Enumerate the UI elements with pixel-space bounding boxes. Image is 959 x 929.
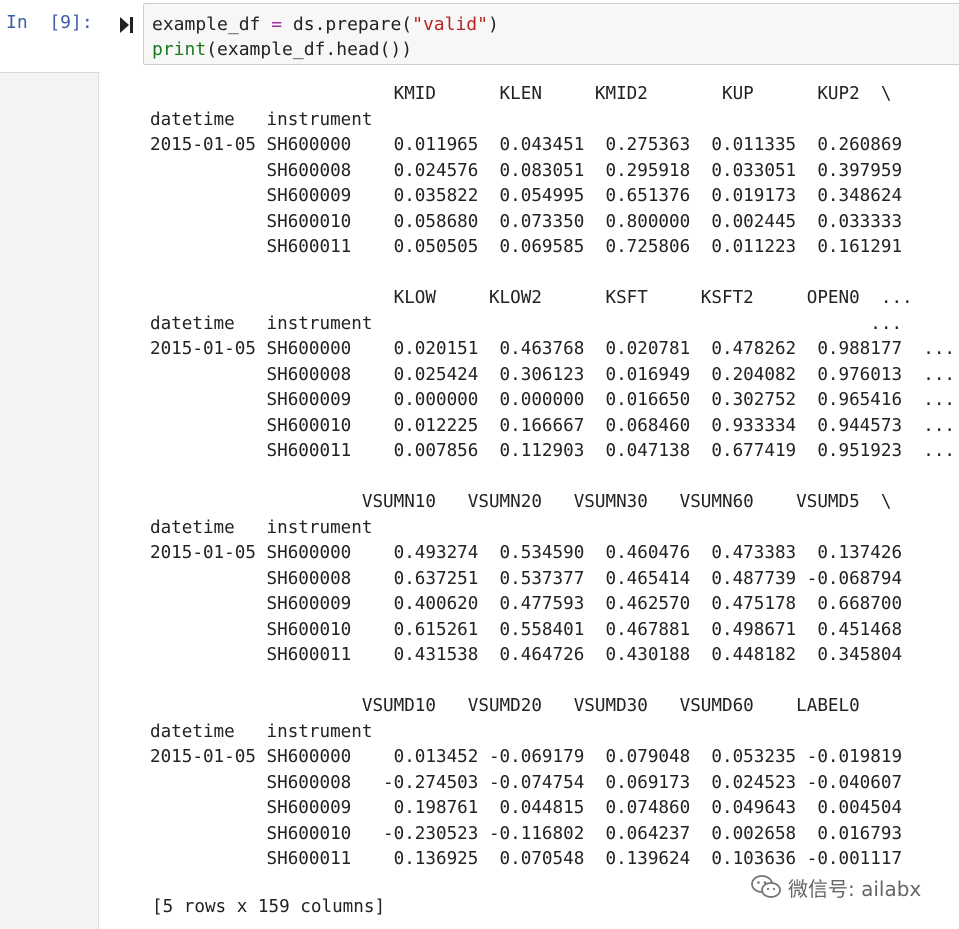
output-line: SH600011 0.431538 0.464726 0.430188 0.44… (150, 645, 934, 665)
output-footer: [5 rows x 159 columns] (152, 897, 386, 917)
output-line: VSUMN10 VSUMN20 VSUMN30 VSUMN60 VSUMD5 \ (150, 492, 892, 512)
code-operator: = (271, 14, 283, 35)
output-line: SH600008 0.025424 0.306123 0.016949 0.20… (150, 364, 956, 385)
output-collapser[interactable] (0, 73, 99, 929)
run-cell-icon[interactable] (120, 16, 134, 34)
output-line: SH600010 0.012225 0.166667 0.068460 0.93… (150, 415, 956, 436)
output-line: SH600008 0.637251 0.537377 0.465414 0.48… (150, 568, 934, 589)
output-line: VSUMD10 VSUMD20 VSUMD30 VSUMD60 LABEL0 (150, 696, 860, 716)
code-line-2: print(example_df.head()) (152, 39, 412, 60)
code-builtin: print (152, 39, 207, 60)
output-line: 2015-01-05 SH600000 0.020151 0.463768 0.… (150, 339, 956, 359)
cell-output: KMID KLEN KMID2 KUP KUP2 \ datetime instr… (150, 82, 955, 873)
output-line: SH600008 0.024576 0.083051 0.295918 0.03… (150, 160, 934, 181)
output-line: SH600011 0.050505 0.069585 0.725806 0.01… (150, 237, 934, 257)
output-line: KMID KLEN KMID2 KUP KUP2 \ (150, 84, 892, 104)
output-line: 2015-01-05 SH600000 0.011965 0.043451 0.… (150, 135, 934, 155)
output-line: datetime instrument (150, 109, 892, 130)
output-line: SH600010 -0.230523 -0.116802 0.064237 0.… (150, 823, 903, 844)
code-close: ) (487, 14, 499, 35)
output-line: SH600008 -0.274503 -0.074754 0.069173 0.… (150, 772, 903, 793)
output-line: SH600011 0.136925 0.070548 0.139624 0.10… (150, 849, 903, 869)
output-line: datetime instrument ... (150, 313, 903, 334)
output-line: 2015-01-05 SH600000 0.493274 0.534590 0.… (150, 543, 934, 563)
output-line: SH600009 0.400620 0.477593 0.462570 0.47… (150, 594, 934, 614)
code-input-area[interactable]: example_df = ds.prepare("valid") print(e… (143, 3, 959, 65)
output-line: KLOW KLOW2 KSFT KSFT2 OPEN0 ... (150, 288, 913, 308)
output-line: SH600009 0.035822 0.054995 0.651376 0.01… (150, 186, 934, 206)
output-line: SH600010 0.058680 0.073350 0.800000 0.00… (150, 211, 934, 232)
watermark: 微信号: ailabx (750, 872, 921, 902)
output-line: SH600009 0.000000 0.000000 0.016650 0.30… (150, 390, 956, 410)
code-variable: example_df (152, 14, 261, 35)
code-call: ds.prepare( (292, 14, 413, 35)
code-line-1: example_df = ds.prepare("valid") (152, 14, 499, 35)
watermark-text: 微信号: ailabx (788, 876, 922, 901)
output-line: SH600010 0.615261 0.558401 0.467881 0.49… (150, 619, 934, 640)
code-string: "valid" (412, 14, 488, 35)
output-line: datetime instrument (150, 517, 892, 538)
output-line: datetime instrument (150, 721, 871, 742)
output-line: 2015-01-05 SH600000 0.013452 -0.069179 0… (150, 747, 903, 767)
code-args: (example_df.head()) (206, 39, 413, 60)
output-line: SH600009 0.198761 0.044815 0.074860 0.04… (150, 798, 903, 818)
input-prompt: In [9]: (6, 12, 93, 33)
output-line: SH600011 0.007856 0.112903 0.047138 0.67… (150, 441, 956, 461)
wechat-icon (751, 875, 781, 898)
